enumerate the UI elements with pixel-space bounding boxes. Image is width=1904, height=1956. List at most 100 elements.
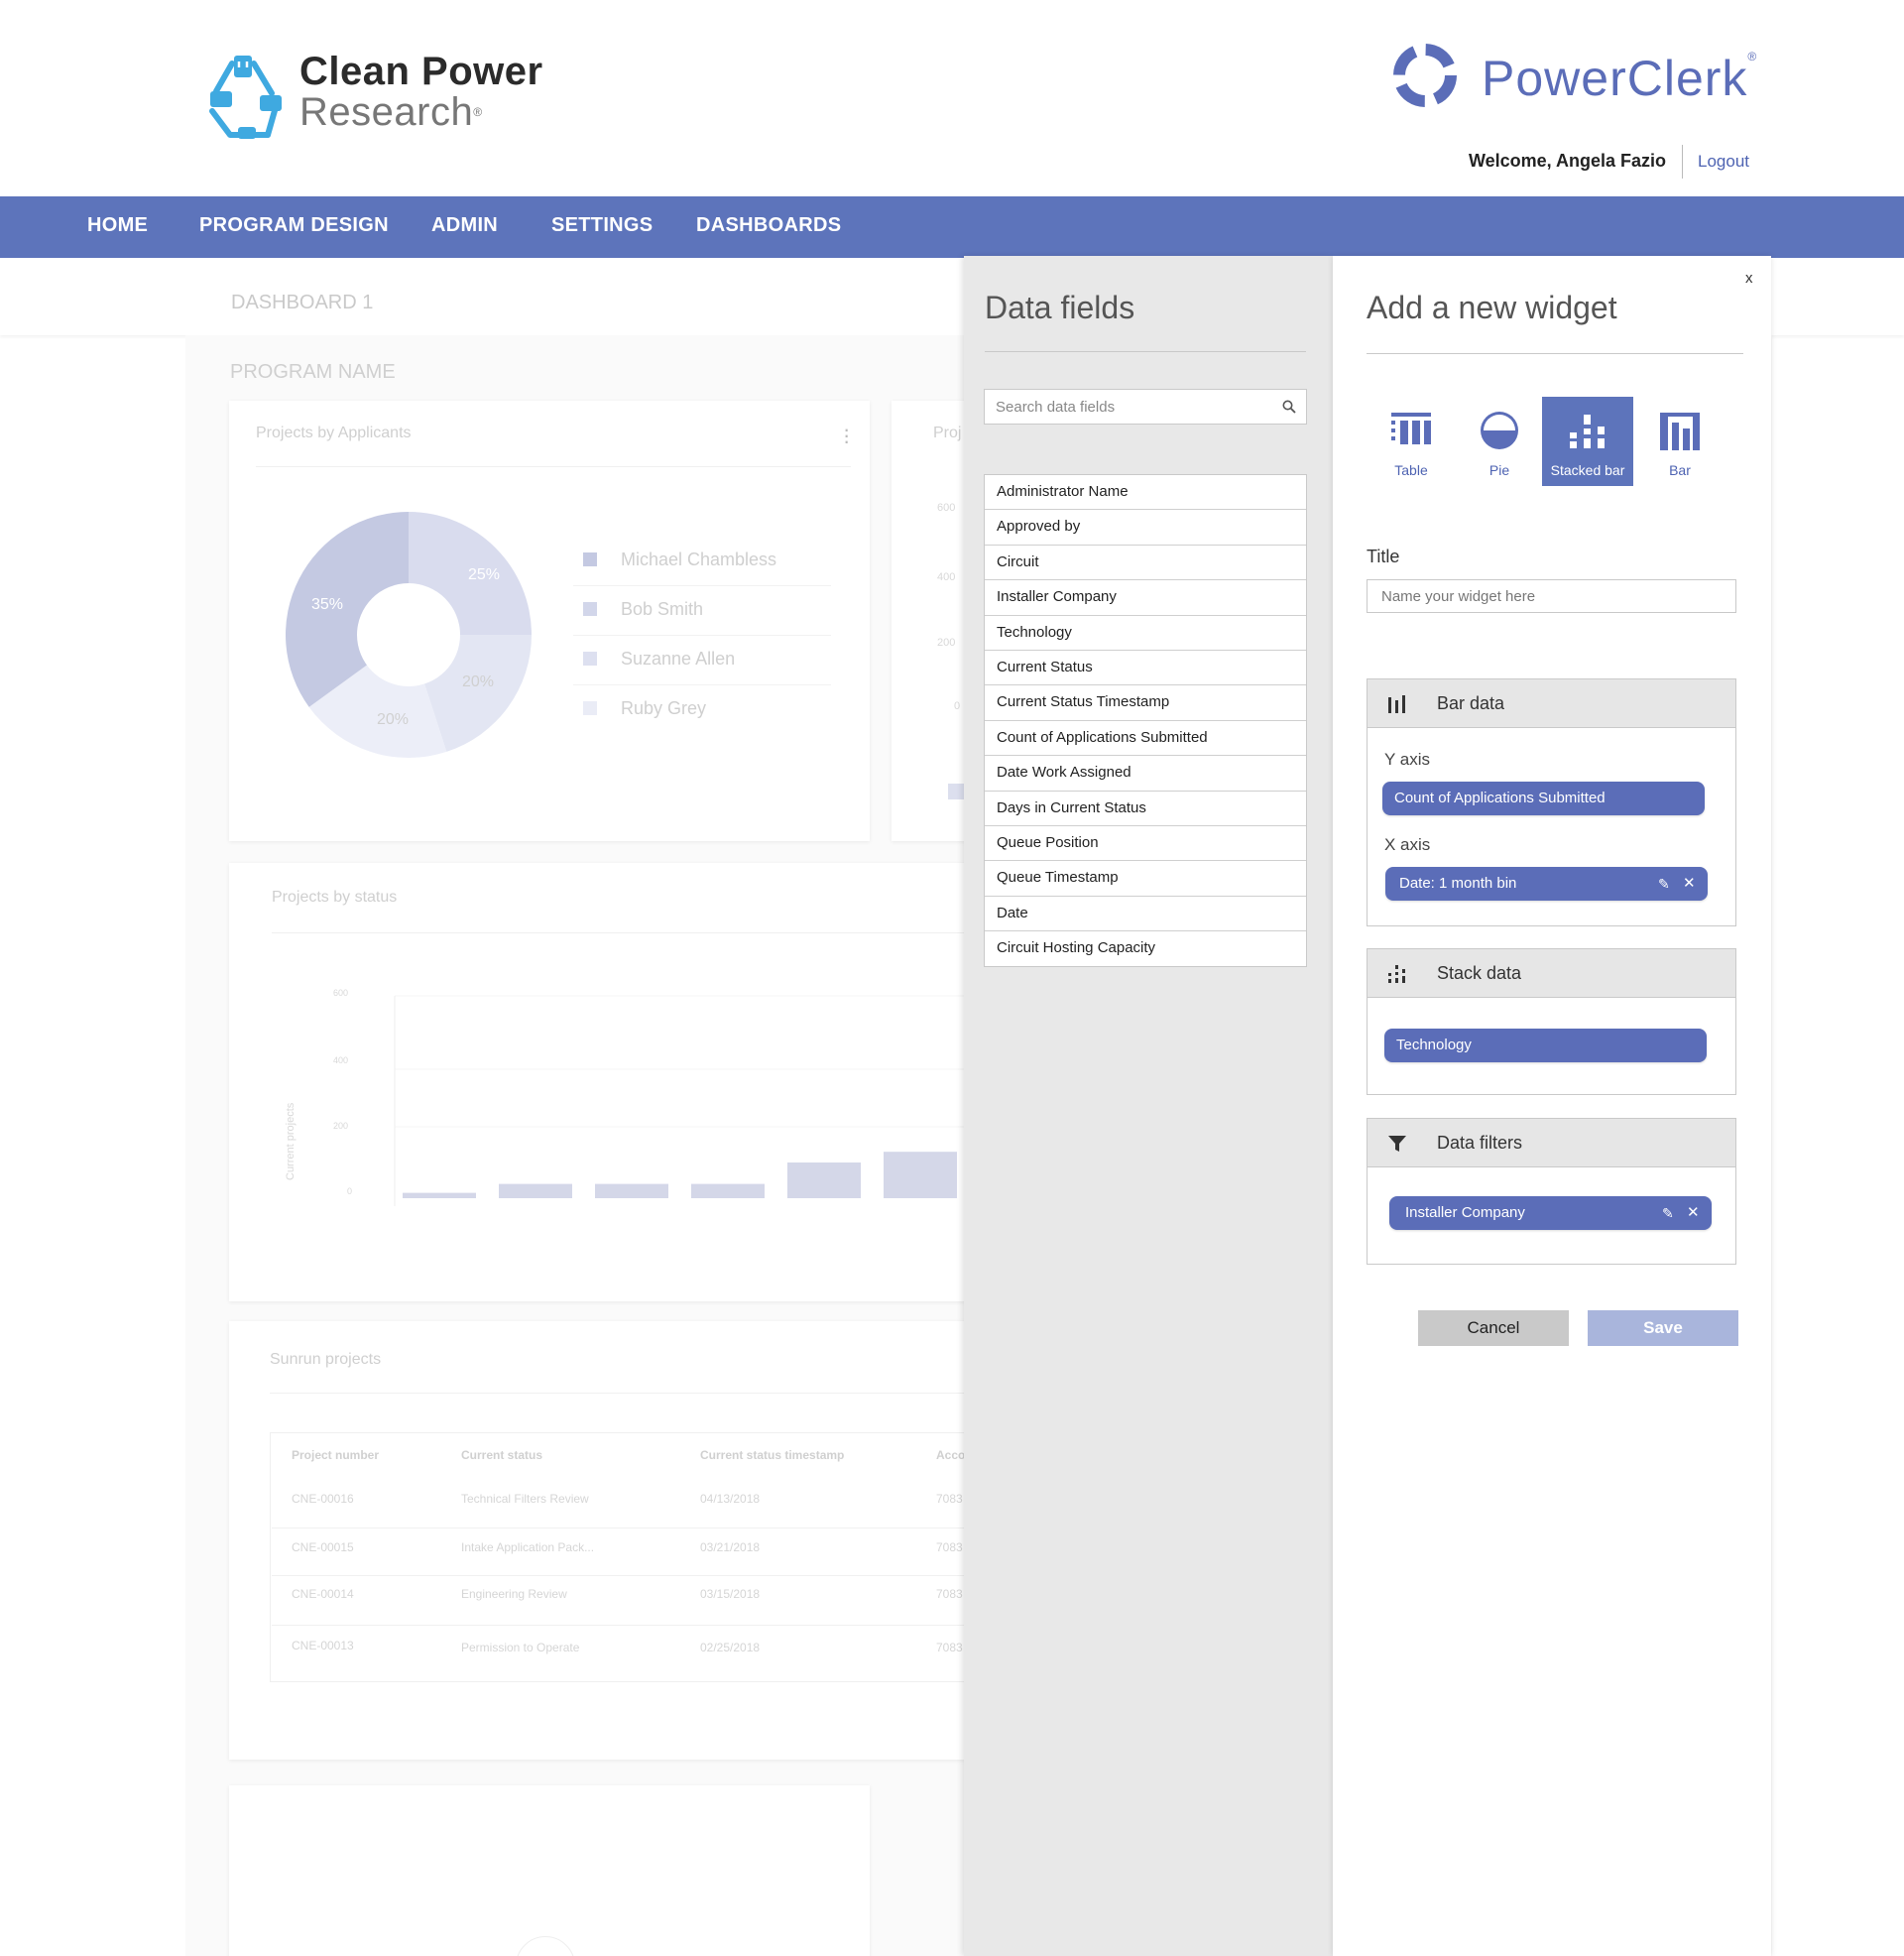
table-cell: 03/15/2018	[700, 1587, 761, 1601]
status-bar	[403, 1192, 476, 1198]
second-card-title: Proj	[933, 425, 962, 441]
data-field-item[interactable]: Queue Timestamp	[985, 861, 1306, 897]
table-row-divider	[272, 1625, 966, 1626]
sunrun-table	[270, 1432, 984, 1682]
nav-admin[interactable]: ADMIN	[431, 214, 498, 237]
empty-card	[229, 1785, 870, 1956]
pie-icon	[1481, 412, 1518, 449]
data-field-item[interactable]: Technology	[985, 615, 1306, 651]
data-field-item[interactable]: Circuit	[985, 545, 1306, 581]
axis-tick: 600	[937, 502, 956, 514]
y-axis-field-value: Count of Applications Submitted	[1394, 790, 1606, 806]
data-field-item[interactable]: Date Work Assigned	[985, 756, 1306, 792]
legend-divider	[573, 635, 831, 636]
search-icon[interactable]	[1282, 400, 1296, 414]
widget-title-input[interactable]	[1367, 579, 1736, 613]
nav-home[interactable]: HOME	[87, 214, 148, 237]
stack-data-header: Stack data	[1368, 949, 1735, 998]
main-nav: HOME PROGRAM DESIGN ADMIN SETTINGS DASHB…	[0, 196, 1904, 258]
data-field-item[interactable]: Current Status Timestamp	[985, 685, 1306, 721]
nav-dashboards[interactable]: DASHBOARDS	[696, 214, 841, 237]
pencil-icon[interactable]: ✎	[1658, 867, 1670, 901]
data-field-item[interactable]: Count of Applications Submitted	[985, 720, 1306, 757]
legend-item: Suzanne Allen	[583, 649, 735, 670]
legend-item: Ruby Grey	[583, 698, 706, 719]
bar-data-heading: Bar data	[1437, 693, 1505, 713]
x-axis-field-value: Date: 1 month bin	[1399, 875, 1517, 892]
table-row-divider	[272, 1575, 966, 1576]
data-fields-search	[984, 389, 1307, 425]
slice-label: 20%	[462, 673, 494, 690]
stack-field-pill[interactable]: Technology	[1384, 1029, 1707, 1062]
status-bar	[884, 1152, 957, 1198]
pencil-icon[interactable]: ✎	[1662, 1196, 1674, 1230]
app-header: Clean Power Research® PowerClerk® Welcom…	[0, 0, 1904, 196]
axis-tick: 0	[347, 1186, 352, 1196]
data-field-item[interactable]: Date	[985, 896, 1306, 932]
filter-field-pill[interactable]: Installer Company ✎ ✕	[1389, 1196, 1712, 1230]
add-widget-title-rule	[1367, 353, 1743, 354]
search-input[interactable]	[985, 390, 1272, 424]
data-field-item[interactable]: Circuit Hosting Capacity	[985, 931, 1306, 967]
legend-label: Bob Smith	[621, 599, 704, 619]
product-name: PowerClerk®	[1482, 50, 1757, 107]
table-cell: CNE-00014	[292, 1587, 354, 1601]
table-cell: Permission to Operate	[461, 1641, 580, 1654]
legend-swatch	[583, 602, 597, 616]
add-widget-panel	[1333, 256, 1771, 1956]
second-card	[892, 401, 971, 841]
table-cell: 7083	[936, 1587, 963, 1601]
data-filters-heading: Data filters	[1437, 1133, 1523, 1153]
data-field-item[interactable]: Queue Position	[985, 825, 1306, 862]
legend-item: Michael Chambless	[583, 550, 776, 570]
x-axis-field-pill[interactable]: Date: 1 month bin ✎ ✕	[1385, 867, 1708, 901]
card-title-rule	[256, 466, 851, 467]
y-axis-field-pill[interactable]: Count of Applications Submitted	[1382, 782, 1705, 815]
registered-mark: ®	[473, 105, 483, 119]
logout-link[interactable]: Logout	[1698, 152, 1749, 172]
table-cell: CNE-00015	[292, 1540, 354, 1554]
legend-label: Michael Chambless	[621, 550, 777, 569]
y-axis-label: Current projects	[285, 1102, 297, 1180]
close-icon[interactable]: x	[1745, 270, 1753, 287]
widget-type-label: Bar	[1669, 462, 1691, 478]
card-menu-icon[interactable]: · · ·	[843, 419, 850, 452]
nav-program-design[interactable]: PROGRAM DESIGN	[199, 214, 389, 237]
dashboard-title: DASHBOARD 1	[231, 292, 374, 313]
save-button[interactable]: Save	[1588, 1310, 1738, 1346]
slice-label: 25%	[468, 566, 500, 583]
cancel-button[interactable]: Cancel	[1418, 1310, 1569, 1346]
filter-icon	[1388, 1136, 1406, 1152]
remove-icon[interactable]: ✕	[1687, 1196, 1700, 1230]
table-header-cell: Project number	[292, 1448, 380, 1462]
legend-label: Suzanne Allen	[621, 649, 736, 669]
widget-type-bar[interactable]: Bar	[1634, 397, 1726, 486]
data-filters-header: Data filters	[1368, 1119, 1735, 1167]
data-fields-title-rule	[985, 351, 1306, 352]
applicants-card-title: Projects by Applicants	[256, 425, 412, 441]
nav-settings[interactable]: SETTINGS	[551, 214, 653, 237]
company-name: Clean Power Research®	[299, 52, 543, 133]
card-title-rule	[270, 1393, 964, 1394]
data-field-item[interactable]: Days in Current Status	[985, 791, 1306, 826]
data-field-item[interactable]: Installer Company	[985, 580, 1306, 616]
widget-type-table[interactable]: Table	[1366, 397, 1457, 486]
slice-label: 35%	[311, 596, 343, 613]
bar-data-header: Bar data	[1368, 679, 1735, 728]
remove-icon[interactable]: ✕	[1683, 867, 1696, 901]
widget-type-stacked-bar[interactable]: Stacked bar	[1542, 397, 1633, 486]
legend-divider	[573, 585, 831, 586]
program-name: PROGRAM NAME	[230, 361, 396, 383]
table-cell: 7083	[936, 1540, 963, 1554]
recycle-plug-icon	[209, 56, 282, 139]
data-field-item[interactable]: Administrator Name	[985, 475, 1306, 511]
widget-type-pie[interactable]: Pie	[1454, 397, 1545, 486]
data-field-item[interactable]: Approved by	[985, 510, 1306, 546]
company-name-line2: Research®	[299, 92, 543, 133]
data-field-item[interactable]: Current Status	[985, 650, 1306, 686]
company-name-line2-text: Research	[299, 90, 474, 134]
product-name-text: PowerClerk	[1482, 51, 1748, 106]
data-filters-section: Data filters	[1367, 1118, 1736, 1265]
slice-label: 20%	[377, 711, 409, 728]
legend-item: Bob Smith	[583, 599, 703, 620]
